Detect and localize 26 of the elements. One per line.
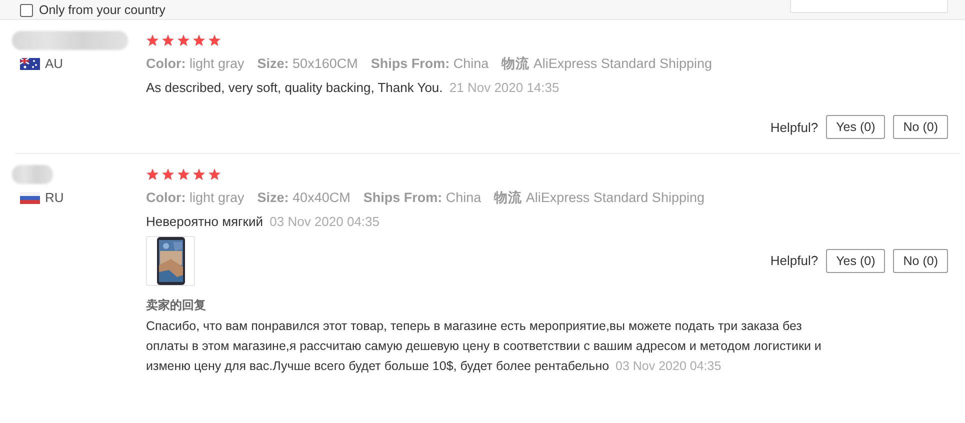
- review-text: Невероятно мягкий 03 Nov 2020 04:35: [146, 213, 380, 231]
- country-code: RU: [45, 189, 64, 208]
- product-attribute: 物流 AliExpress Standard Shipping: [502, 54, 712, 73]
- no-button[interactable]: No (0): [893, 248, 948, 272]
- yes-button[interactable]: Yes (0): [826, 115, 886, 140]
- no-button[interactable]: No (0): [893, 115, 948, 140]
- product-attribute: Ships From: China: [370, 54, 489, 73]
- flag-icon: [20, 192, 40, 204]
- product-attribute: Size: 50x160CM: [257, 54, 358, 72]
- product-attribute: Size: 40x40CM: [257, 188, 350, 207]
- review-text: As described, very soft, quality backing, Thank You. 21 Nov 2020 14:35: [146, 78, 560, 97]
- seller-reply-text: Спасибо, что вам понравился этот товар, теперь в магазине есть мероприятие,вы можете подать три заказа без оплаты в этом магазине,я рассчитаю самую дешевую цену в соответствии с вашим адресом и методом логистики и изменю цену для вас.Лучше всего будет больше 10$, будет более рентабельно 03 Nov 2020 04:35: [146, 318, 822, 375]
- checkbox-label[interactable]: Only from your country: [39, 2, 166, 18]
- flag-icon: [20, 58, 40, 70]
- product-attribute: Color: light gray: [146, 188, 244, 207]
- photo-thumbnail[interactable]: [146, 236, 195, 286]
- yes-button[interactable]: Yes (0): [826, 248, 886, 272]
- helpful-label: Helpful?: [770, 118, 818, 137]
- checkbox[interactable]: [20, 4, 33, 16]
- helpful-label: Helpful?: [770, 252, 818, 270]
- product-attribute: 物流 AliExpress Standard Shipping: [494, 188, 704, 207]
- product-attribute: Ships From: China: [363, 188, 482, 207]
- blurred-name: [12, 165, 53, 184]
- country-code: AU: [45, 55, 64, 73]
- seller-reply-label: 卖家的回复: [146, 296, 207, 314]
- product-attribute: Color: light gray: [146, 54, 244, 73]
